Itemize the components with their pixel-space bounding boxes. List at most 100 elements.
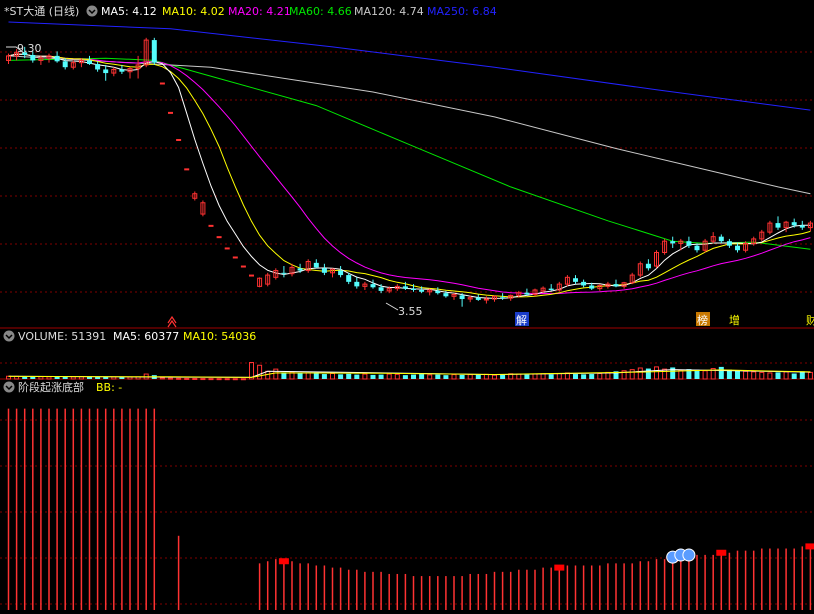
volume-bar <box>735 370 740 379</box>
volume-bar <box>467 374 473 380</box>
volume-ma5-label: MA5: 60377 <box>113 330 179 343</box>
indicator-signal-marker <box>716 549 727 556</box>
volume-bar <box>224 378 230 381</box>
volume-bar <box>232 378 238 381</box>
volume-bar <box>394 373 400 380</box>
ma250-line <box>8 21 811 111</box>
volume-bar <box>411 374 416 379</box>
candle <box>346 275 352 282</box>
ma10-label: MA10: 4.02 <box>162 5 225 18</box>
ma20-line <box>8 53 811 295</box>
ma60-label: MA60: 4.66 <box>289 5 352 18</box>
event-marker-zeng[interactable]: 增 <box>729 313 740 327</box>
candle <box>791 222 797 226</box>
volume-bar <box>257 364 263 380</box>
high-value-label: 9.30 <box>17 42 42 55</box>
volume-bar <box>346 373 352 379</box>
volume-bar <box>702 370 708 380</box>
volume-bar <box>451 374 457 380</box>
candle <box>176 138 182 141</box>
volume-bar <box>589 374 595 379</box>
indicator-signal-marker <box>278 558 289 565</box>
indicator-header: 阶段起涨底部 BB: - <box>3 380 122 394</box>
indicator-panel[interactable] <box>7 408 814 610</box>
volume-bar <box>200 378 206 381</box>
candle <box>735 245 740 251</box>
candle <box>459 295 465 300</box>
volume-bar <box>459 374 465 379</box>
volume-bar <box>168 377 173 380</box>
volume-bar <box>330 373 335 380</box>
volume-ma10-label: MA10: 54036 <box>183 330 256 343</box>
candle <box>419 289 425 292</box>
volume-bar <box>184 377 190 380</box>
volume-bar <box>370 374 376 379</box>
volume-bar <box>775 372 781 379</box>
volume-header: VOLUME: 51391 MA5: 60377 MA10: 54036 <box>3 330 256 343</box>
candle <box>483 298 489 301</box>
ma250-label: MA250: 6.84 <box>427 5 497 18</box>
candle <box>411 288 416 290</box>
volume-bar <box>402 375 408 379</box>
candle <box>370 284 376 288</box>
volume-bar <box>483 373 489 380</box>
price-panel[interactable] <box>6 21 813 307</box>
price-settings-icon[interactable] <box>86 5 98 17</box>
candle <box>435 290 441 294</box>
candle <box>573 278 578 282</box>
ma10-line <box>8 53 811 298</box>
moving-average-lines <box>8 21 811 299</box>
ma5-label: MA5: 4.12 <box>101 5 157 18</box>
volume-bar <box>548 374 554 379</box>
high-annotation: 9.30 <box>6 42 42 55</box>
candle <box>119 69 125 72</box>
ma60-line <box>8 57 811 250</box>
candle <box>694 245 700 251</box>
candle <box>297 268 303 271</box>
candle <box>548 288 554 290</box>
stock-chart-canvas[interactable]: *ST大通 (日线) MA5: 4.12 MA10: 4.02 MA20: 4.… <box>0 0 814 614</box>
indicator-settings-icon[interactable] <box>3 381 15 393</box>
volume-bar <box>532 373 538 380</box>
candle <box>354 281 360 287</box>
candle <box>281 272 287 274</box>
volume-bar <box>654 366 659 380</box>
volume-settings-icon[interactable] <box>3 330 15 342</box>
volume-bar <box>273 368 279 380</box>
volume-bar <box>419 374 425 379</box>
candle <box>670 241 676 244</box>
candle <box>30 54 36 61</box>
volume-panel[interactable] <box>6 362 813 381</box>
candle <box>475 297 481 300</box>
event-marker-cai[interactable]: 财 <box>806 313 814 327</box>
volume-bar <box>743 370 749 380</box>
volume-bar <box>759 371 765 380</box>
candle <box>524 292 530 295</box>
volume-bar <box>573 374 578 379</box>
candle <box>500 297 506 299</box>
volume-bar <box>524 374 530 379</box>
candle <box>338 270 344 276</box>
candle <box>645 263 651 269</box>
volume-bar <box>38 376 44 380</box>
volume-bar <box>216 378 222 381</box>
volume-bar <box>362 373 368 380</box>
volume-bar <box>556 373 562 380</box>
event-markers[interactable]: 解 榜 增 财 <box>167 312 814 328</box>
volume-bar <box>305 372 311 380</box>
volume-bar <box>427 374 433 380</box>
volume-bar <box>176 377 182 380</box>
volume-bar <box>338 374 344 379</box>
event-marker-jie[interactable]: 解 <box>516 313 527 327</box>
chevron-up-icon <box>167 315 177 328</box>
volume-bar <box>581 374 587 379</box>
candle <box>151 40 157 63</box>
volume-bar <box>597 373 603 380</box>
candle <box>313 262 319 268</box>
event-marker-bang[interactable]: 榜 <box>697 313 708 327</box>
candle <box>686 241 692 246</box>
candle <box>103 69 109 74</box>
volume-bar <box>95 377 101 379</box>
volume-bar <box>791 373 797 379</box>
volume-bar <box>500 374 506 379</box>
